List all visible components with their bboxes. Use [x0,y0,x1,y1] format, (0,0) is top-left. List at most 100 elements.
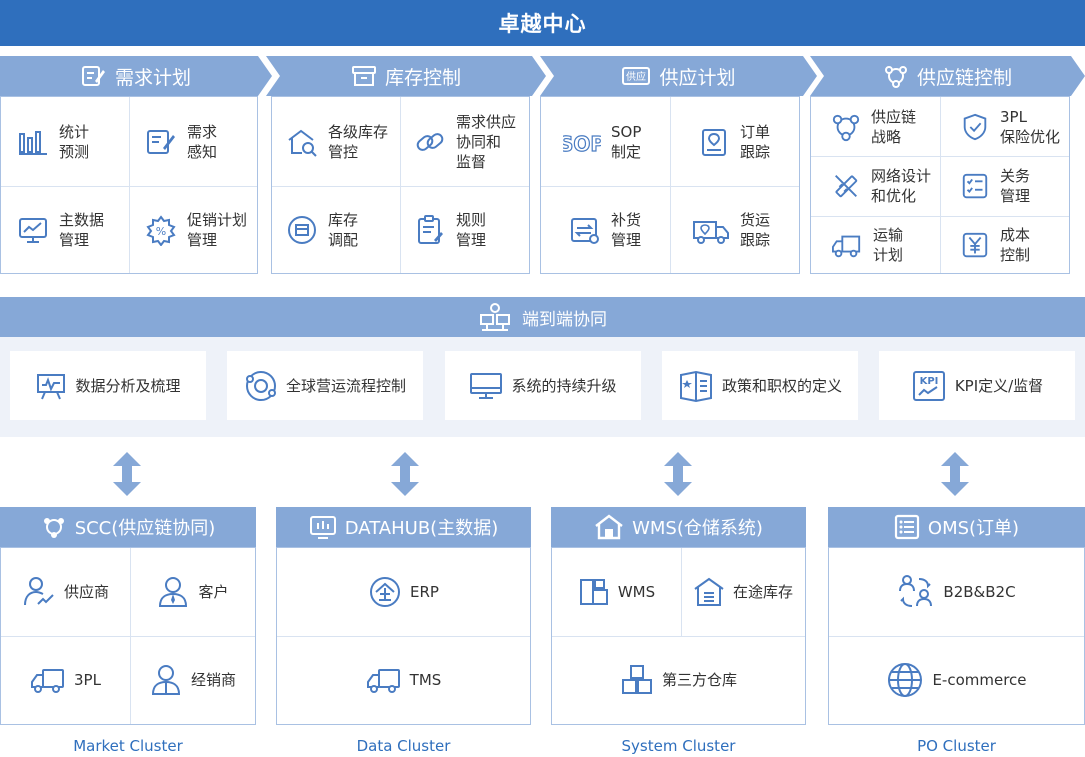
sop-text-icon: SOP [563,126,601,158]
system-item-dealer: 经销商 [130,636,255,724]
item-sop: SOP SOP 制定 [541,97,670,186]
system-item-tms: TMS [277,636,530,724]
truck-icon [366,664,402,696]
link-icon [414,126,446,158]
system-title: SCC(供应链协同) [74,518,216,539]
double-arrow-icon [663,452,693,496]
monitor-chart-icon [17,214,49,246]
system-header-datahub: DATAHUB(主数据) [276,507,531,547]
team-collaboration-icon [478,301,512,333]
system-title: WMS(仓储系统) [632,518,763,539]
enterprise-icon [368,575,402,609]
stacked-boxes-icon [620,663,654,697]
truck-icon [30,664,66,696]
item-network-design: 网络设计 和优化 [811,156,940,216]
svg-text:供应: 供应 [626,70,646,83]
item-rule-management: 规则 管理 [400,186,529,273]
panel-supply-planning: SOP SOP 制定 订单 跟踪 补货 管理 货运 跟踪 [540,96,800,274]
network-icon [883,64,909,88]
card-label: 系统的持续升级 [511,377,617,395]
double-arrow-icon [112,452,142,496]
analytics-board-icon [35,370,67,402]
item-replenishment: 补货 管理 [541,186,670,273]
item-order-tracking: 订单 跟踪 [670,97,799,186]
cluster-label: PO Cluster [917,737,996,755]
order-location-icon [698,126,730,158]
yen-icon [960,230,990,260]
item-statistical-forecast: 统计 预测 [1,97,129,186]
system-item-b2b-b2c: B2B&B2C [829,548,1084,636]
network-icon [831,112,861,142]
system-item-customer: 客户 [130,548,255,636]
cluster-label: Market Cluster [73,737,183,755]
card-global-process: 全球营运流程控制 [227,351,423,420]
edit-document-icon [81,64,107,88]
cluster-label: Data Cluster [356,737,451,755]
system-header-wms: WMS(仓储系统) [551,507,806,547]
dealer-user-icon [149,663,183,697]
page-title-text: 卓越中心 [498,12,587,36]
rule-clipboard-icon [414,214,446,246]
policy-book-icon [678,369,714,403]
section-header-demand-planning: 需求计划 [0,56,272,96]
system-item-in-transit: 在途库存 [681,548,805,636]
item-customs: 关务 管理 [940,156,1069,216]
section-header-supply-chain-control: 供应链控制 [810,56,1085,96]
system-title: DATAHUB(主数据) [344,518,499,539]
svg-text:%: % [156,225,166,238]
supplier-user-icon [22,575,56,609]
card-kpi: KPI KPI定义/监督 [879,351,1075,420]
svg-text:SOP: SOP [563,132,601,156]
monitor-icon [469,370,503,402]
section-title: 供应计划 [659,66,736,89]
archive-box-icon [351,64,377,88]
card-system-upgrade: 系统的持续升级 [445,351,641,420]
warehouse-icon [693,576,725,608]
checklist-icon [960,171,990,201]
double-arrow-icon [390,452,420,496]
panel-inventory-control: 各级库存 管控 需求供应 协同和 监督 库存 调配 规则 管理 [271,96,530,274]
cluster-label: System Cluster [621,737,736,755]
section-title: 供应链控制 [916,66,1012,89]
system-title: OMS(订单) [927,518,1020,539]
card-label: KPI定义/监督 [954,377,1044,395]
card-data-analysis: 数据分析及梳理 [10,351,206,420]
system-box-oms: B2B&B2C E-commerce [828,547,1085,725]
system-header-oms: OMS(订单) [828,507,1085,547]
edit-document-icon [145,126,177,158]
customer-user-icon [156,575,190,609]
system-header-scc: SCC(供应链协同) [0,507,256,547]
section-header-inventory-control: 库存控制 [266,56,546,96]
system-item-ecommerce: E-commerce [829,636,1084,724]
section-title: 需求计划 [114,66,191,89]
card-label: 政策和职权的定义 [721,377,842,395]
kpi-icon: KPI [911,369,947,403]
system-box-wms: WMS 在途库存 第三方仓库 [551,547,806,725]
order-list-icon [894,514,920,540]
warehouse-search-icon [286,126,318,158]
truck-location-icon [692,214,730,246]
box-cycle-icon [286,214,318,246]
system-item-3pl: 3PL [1,636,130,724]
item-demand-sensing: 需求 感知 [129,97,257,186]
section-title: 库存控制 [384,66,461,89]
datahub-monitor-icon [309,514,337,540]
item-multi-level-inventory: 各级库存 管控 [272,97,400,186]
supply-badge-icon: 供应 [621,64,651,88]
network-icon [41,515,67,539]
system-item-wms: WMS [552,548,681,636]
item-demand-supply-collab: 需求供应 协同和 监督 [400,97,529,186]
promotion-gear-icon: % [145,214,177,246]
system-item-erp: ERP [277,548,530,636]
panel-supply-chain-control: 供应链 战略 3PL 保险优化 网络设计 和优化 关务 管理 运输 计划 成本 控制 [810,96,1070,274]
item-transport-plan: 运输 计划 [811,216,940,273]
design-tools-icon [831,171,861,201]
bar-chart-icon [17,126,49,158]
band-title: 端到端协同 [522,309,607,330]
item-shipment-tracking: 货运 跟踪 [670,186,799,273]
shield-check-icon [960,112,990,142]
replenish-icon [569,214,601,246]
item-3pl-insurance: 3PL 保险优化 [940,97,1069,156]
double-arrow-icon [940,452,970,496]
system-item-supplier: 供应商 [1,548,130,636]
